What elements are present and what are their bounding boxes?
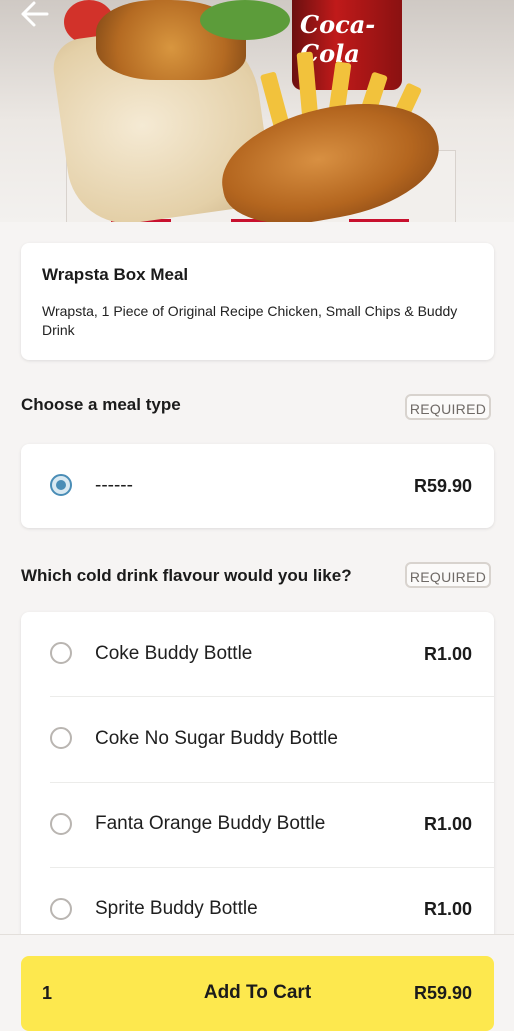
option-price: R1.00 xyxy=(423,644,472,664)
meal-type-option[interactable]: ------ R59.90 xyxy=(21,444,494,528)
meal-type-required-badge: REQUIRED xyxy=(405,394,491,420)
drink-option-coke-no-sugar[interactable]: Coke No Sugar Buddy Bottle xyxy=(21,697,494,782)
cart-total: R59.90 xyxy=(413,983,472,1003)
option-price: R59.90 xyxy=(413,476,472,496)
product-info-card: Wrapsta Box Meal Wrapsta, 1 Piece of Ori… xyxy=(21,243,494,360)
bottom-action-bar: 1 Add To Cart R59.90 xyxy=(0,934,514,1031)
radio-unselected-icon[interactable] xyxy=(50,642,72,664)
radio-unselected-icon[interactable] xyxy=(50,727,72,749)
drink-option-coke[interactable]: Coke Buddy Bottle R1.00 xyxy=(21,612,494,696)
drink-options: Coke Buddy Bottle R1.00 Coke No Sugar Bu… xyxy=(21,612,494,942)
option-label: Fanta Orange Buddy Bottle xyxy=(95,813,326,834)
product-title: Wrapsta Box Meal xyxy=(42,265,189,284)
radio-selected-icon[interactable] xyxy=(50,474,72,496)
option-label: Coke No Sugar Buddy Bottle xyxy=(95,728,338,749)
option-label: Sprite Buddy Bottle xyxy=(95,898,258,919)
radio-unselected-icon[interactable] xyxy=(50,813,72,835)
arrow-left-icon[interactable] xyxy=(20,0,54,30)
radio-unselected-icon[interactable] xyxy=(50,898,72,920)
option-label: Coke Buddy Bottle xyxy=(95,643,253,664)
option-price: R1.00 xyxy=(423,814,472,834)
product-description: Wrapsta, 1 Piece of Original Recipe Chic… xyxy=(42,303,458,338)
drink-required-badge: REQUIRED xyxy=(405,562,491,588)
add-to-cart-button[interactable]: 1 Add To Cart R59.90 xyxy=(21,956,494,1031)
option-price: R1.00 xyxy=(423,899,472,919)
product-hero-image: Coca-Cola xyxy=(0,0,514,222)
meal-type-heading: Choose a meal type xyxy=(21,395,181,414)
drink-option-fanta-orange[interactable]: Fanta Orange Buddy Bottle R1.00 xyxy=(21,783,494,868)
option-label: ------ xyxy=(95,475,133,496)
drink-flavour-heading: Which cold drink flavour would you like? xyxy=(21,566,352,585)
lettuce-illustration xyxy=(200,0,290,40)
meal-type-options: ------ R59.90 xyxy=(21,444,494,528)
